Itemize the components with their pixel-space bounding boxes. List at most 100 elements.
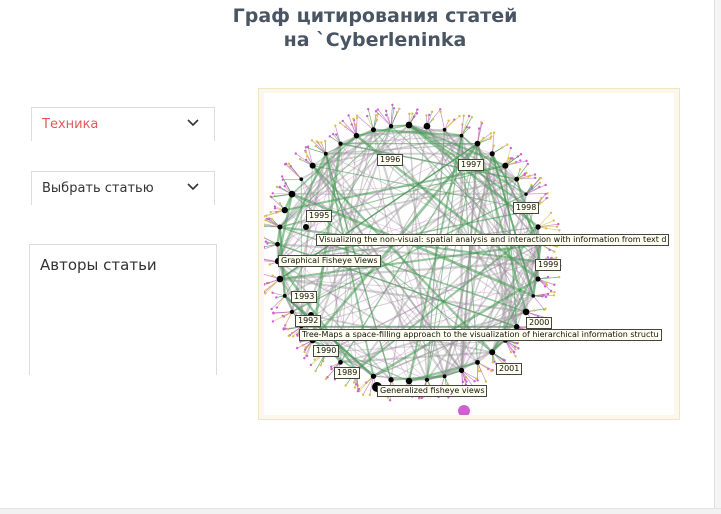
paper-node[interactable] [385,114,387,116]
paper-node[interactable] [514,355,516,357]
paper-node[interactable] [311,139,313,141]
paper-node[interactable] [493,144,495,146]
paper-node[interactable] [272,192,274,194]
paper-node[interactable] [534,177,536,179]
paper-node[interactable] [305,151,307,153]
paper-node[interactable] [473,380,475,382]
paper-node[interactable] [514,177,519,182]
paper-node[interactable] [468,126,470,128]
paper-node[interactable] [303,357,305,359]
paper-node[interactable] [304,348,306,350]
paper-node[interactable] [277,224,282,229]
paper-node[interactable] [367,108,369,110]
paper-node[interactable] [356,114,358,116]
paper-node[interactable] [299,177,303,181]
paper-node[interactable] [545,227,547,229]
paper-node[interactable] [490,151,495,156]
paper-node[interactable] [406,122,413,129]
citation-graph-canvas[interactable]: 1996 1997 1998 1995 1999 1993 1992 2000 … [264,93,674,415]
paper-node[interactable] [425,114,427,116]
paper-node[interactable] [270,308,272,310]
paper-node[interactable] [369,394,371,396]
paper-node[interactable] [544,193,546,195]
paper-node[interactable] [305,146,307,148]
paper-node[interactable] [352,118,354,120]
paper-node[interactable] [516,342,518,344]
paper-node[interactable] [533,309,535,311]
paper-node[interactable] [460,134,464,138]
paper-node[interactable] [330,368,332,370]
paper-node[interactable] [523,309,530,316]
paper-node[interactable] [416,108,418,110]
paper-node[interactable] [534,173,536,175]
paper-node[interactable] [485,380,487,382]
paper-node[interactable] [489,137,491,139]
paper-node[interactable] [519,168,521,170]
paper-node[interactable] [310,364,312,366]
paper-node[interactable] [288,163,290,165]
paper-node[interactable] [475,141,481,147]
paper-node[interactable] [501,146,503,148]
paper-label[interactable]: Graphical Fisheye Views [278,255,381,267]
paper-node[interactable] [324,152,328,156]
paper-node[interactable] [375,110,377,112]
paper-node[interactable] [513,351,515,353]
paper-node[interactable] [389,124,393,128]
paper-node[interactable] [468,115,470,117]
paper-node[interactable] [523,174,525,176]
paper-node[interactable] [371,374,376,379]
paper-node[interactable] [547,293,549,295]
paper-node[interactable] [424,123,431,130]
paper-node[interactable] [355,124,357,126]
paper-node[interactable] [538,186,540,188]
paper-node[interactable] [428,114,430,116]
paper-node[interactable] [548,249,550,251]
paper-node[interactable] [299,158,301,160]
paper-node[interactable] [458,405,470,415]
paper-node[interactable] [544,308,546,310]
paper-node[interactable] [510,147,512,149]
paper-node[interactable] [489,349,495,355]
paper-node[interactable] [339,122,341,124]
paper-node[interactable] [264,246,265,248]
paper-node[interactable] [271,218,273,220]
paper-node[interactable] [385,110,387,112]
paper-node[interactable] [266,282,268,284]
paper-node[interactable] [272,312,274,314]
paper-node[interactable] [338,142,342,146]
paper-node[interactable] [553,250,555,252]
paper-node[interactable] [535,224,540,229]
paper-node[interactable] [490,132,492,134]
paper-node[interactable] [556,225,558,227]
paper-node[interactable] [289,191,296,198]
paper-node[interactable] [492,361,494,363]
paper-node[interactable] [511,157,513,159]
paper-node[interactable] [330,366,332,368]
paper-node[interactable] [553,294,555,296]
paper-node[interactable] [269,263,271,265]
paper-node[interactable] [320,141,322,143]
paper-node[interactable] [480,370,482,372]
paper-node[interactable] [282,207,288,213]
paper-node[interactable] [354,386,356,388]
paper-node[interactable] [313,358,315,360]
paper-node[interactable] [276,186,278,188]
paper-node[interactable] [517,347,519,349]
paper-node[interactable] [546,284,548,286]
paper-node[interactable] [290,310,294,314]
paper-node[interactable] [480,121,482,123]
paper-node[interactable] [421,397,423,399]
paper-node[interactable] [550,290,552,292]
paper-node[interactable] [288,335,290,337]
paper-node[interactable] [529,174,531,176]
paper-node[interactable] [391,104,393,106]
paper-node[interactable] [295,152,297,154]
paper-node[interactable] [539,182,541,184]
paper-node[interactable] [362,394,364,396]
paper-node[interactable] [393,107,395,109]
paper-node[interactable] [371,127,376,132]
paper-node[interactable] [527,163,529,165]
paper-node[interactable] [316,140,318,142]
paper-node[interactable] [303,224,309,230]
paper-node[interactable] [524,192,527,195]
